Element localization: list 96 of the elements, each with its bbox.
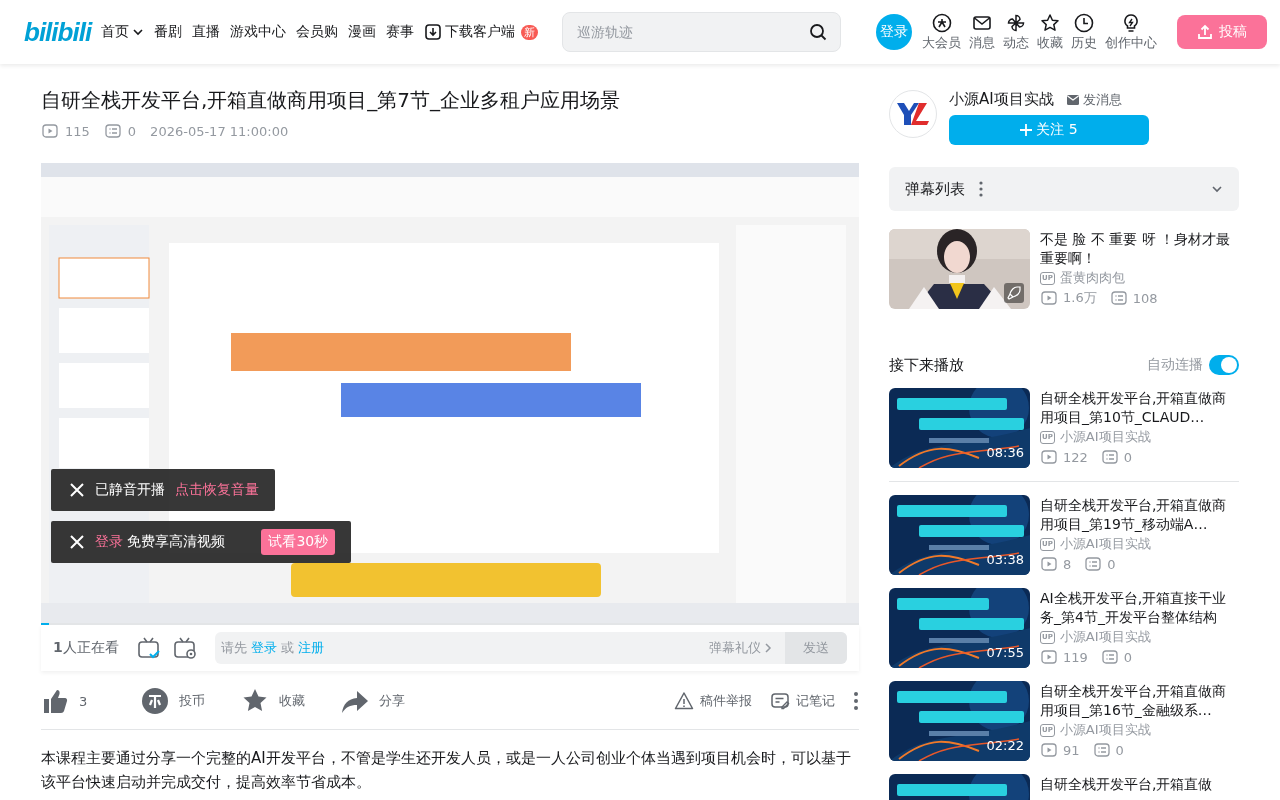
- login-link[interactable]: 登录: [95, 533, 123, 549]
- notice-text: 登录 免费享高清视频: [95, 533, 226, 551]
- danmaku-count: 0: [1107, 556, 1116, 572]
- danmaku-count-icon: [1084, 555, 1103, 573]
- upload-icon: [1197, 24, 1213, 40]
- header-action-label[interactable]: 大会员: [922, 33, 962, 52]
- input-hint: 或: [281, 639, 294, 657]
- chevron-down-icon: [132, 26, 145, 38]
- autoplay-label: 自动连播: [1147, 356, 1203, 374]
- like-count[interactable]: 3: [79, 693, 88, 709]
- danmaku-count-icon: [1092, 741, 1111, 759]
- notes-label[interactable]: 记笔记: [796, 692, 835, 710]
- mail-icon: [1065, 93, 1080, 106]
- search-icon[interactable]: [809, 23, 828, 41]
- play-count: 8: [1063, 556, 1072, 572]
- monogram-icon: [897, 103, 929, 125]
- more-icon[interactable]: [853, 691, 859, 711]
- video-card-title[interactable]: 自研全栈开发平台,开箱直做: [1040, 775, 1240, 794]
- play-count: 91: [1063, 742, 1080, 758]
- nav-link[interactable]: 会员购: [296, 23, 339, 41]
- plus-icon: [1020, 124, 1033, 136]
- section-title: 接下来播放: [889, 355, 964, 375]
- danmaku-count-icon: [1100, 648, 1119, 666]
- thumbs-up-icon[interactable]: [41, 687, 69, 715]
- video-duration: 08:36: [986, 445, 1024, 460]
- play-count: 1.6万: [1063, 289, 1097, 307]
- tv-check-icon[interactable]: [137, 636, 161, 660]
- new-badge: 新: [521, 24, 539, 40]
- header-action-label[interactable]: 历史: [1071, 33, 1098, 52]
- video-card-title[interactable]: 自研全栈开发平台,开箱直做商用项目_第16节_金融级系…: [1040, 682, 1240, 720]
- video-duration: 03:38: [986, 552, 1024, 567]
- close-icon[interactable]: [69, 534, 85, 550]
- header-action-label[interactable]: 消息: [969, 33, 996, 52]
- input-hint: 请先: [221, 639, 247, 657]
- coin-label[interactable]: 投币: [179, 692, 205, 710]
- download-icon: [424, 23, 443, 41]
- star-icon[interactable]: [1040, 12, 1061, 33]
- nav-link[interactable]: 直播: [192, 23, 221, 41]
- danmaku-count: 0: [127, 123, 137, 139]
- nav-link[interactable]: 番剧: [154, 23, 183, 41]
- vip-icon[interactable]: [931, 12, 952, 33]
- nav-label[interactable]: 下载客户端: [445, 23, 516, 41]
- danmaku-count: 0: [1123, 449, 1133, 465]
- more-icon[interactable]: [979, 181, 983, 197]
- restore-volume-link[interactable]: 点击恢复音量: [175, 481, 259, 499]
- panel-title: 弹幕列表: [905, 179, 965, 199]
- clock-icon[interactable]: [1074, 12, 1095, 33]
- coin-icon[interactable]: [141, 687, 169, 715]
- chevron-down-icon[interactable]: [1211, 183, 1223, 195]
- nav-link[interactable]: 漫画: [348, 23, 377, 41]
- danmaku-count-icon: [103, 122, 122, 140]
- header-action-label[interactable]: 动态: [1003, 33, 1030, 52]
- header-action-label[interactable]: 收藏: [1037, 33, 1064, 52]
- play-count-icon: [1040, 741, 1058, 759]
- play-count-icon: [1040, 555, 1058, 573]
- play-count-icon: [1040, 448, 1058, 466]
- play-count: 122: [1063, 449, 1088, 465]
- danmaku-count: 108: [1132, 290, 1158, 306]
- play-count-icon: [1040, 289, 1058, 307]
- warning-icon[interactable]: [674, 691, 694, 711]
- message-link[interactable]: 发消息: [1082, 90, 1122, 109]
- report-label[interactable]: 稿件举报: [700, 692, 752, 710]
- danmaku-count-icon: [1109, 289, 1128, 307]
- note-icon[interactable]: [770, 691, 790, 711]
- danmaku-count: 0: [1123, 649, 1133, 665]
- video-description: 本课程主要通过分享一个完整的AI开发平台，不管是学生还开发人员，或是一人公司创业个体当遇到项目机会时，可以基于该平台快速启动并完成交付，提高效率节省成本。: [41, 748, 852, 793]
- nav-link[interactable]: 游戏中心: [230, 23, 287, 41]
- video-card-title[interactable]: 自研全栈开发平台,开箱直做商用项目_第10节_CLAUD…: [1040, 389, 1240, 427]
- play-count: 115: [65, 123, 90, 139]
- notice-text: 已静音开播: [95, 481, 165, 499]
- danmaku-list-panel[interactable]: 弹幕列表: [889, 167, 1239, 211]
- play-count-icon: [41, 122, 59, 140]
- autoplay-toggle[interactable]: [1209, 355, 1239, 375]
- danmaku-count-icon: [1100, 448, 1119, 466]
- video-title: 自研全栈开发平台,开箱直做商用项目_第7节_企业多租户应用场景: [41, 87, 622, 114]
- nav-label[interactable]: 首页: [101, 23, 130, 41]
- pinwheel-icon[interactable]: [1006, 12, 1027, 33]
- header-action-label[interactable]: 创作中心: [1105, 33, 1158, 52]
- danmaku-count: 0: [1115, 742, 1124, 758]
- search-field[interactable]: 巡游轨迹: [562, 12, 842, 52]
- viewer-count: 1人正在看: [53, 639, 120, 657]
- video-card-title[interactable]: 不是 脸 不 重要 呀 ！身材才最重要啊！: [1040, 230, 1240, 268]
- video-duration: 02:22: [986, 738, 1024, 753]
- uploader-name[interactable]: 小源AI项目实战: [949, 90, 1054, 109]
- nav-link[interactable]: 赛事: [386, 23, 415, 41]
- video-duration: 07:55: [986, 645, 1024, 660]
- play-count-icon: [1040, 648, 1058, 666]
- video-card-title[interactable]: AI全栈开发平台,开箱直接干业务_第4节_开发平台整体结构: [1040, 589, 1240, 627]
- tv-settings-icon[interactable]: [173, 636, 197, 660]
- publish-date: 2026-05-17 11:00:00: [150, 123, 289, 139]
- favorite-label[interactable]: 收藏: [279, 692, 305, 710]
- share-label[interactable]: 分享: [379, 692, 405, 710]
- play-count: 119: [1063, 649, 1088, 665]
- chevron-right-icon: [763, 642, 773, 654]
- close-icon[interactable]: [69, 482, 85, 498]
- video-card-title[interactable]: 自研全栈开发平台,开箱直做商用项目_第19节_移动端A…: [1040, 496, 1240, 534]
